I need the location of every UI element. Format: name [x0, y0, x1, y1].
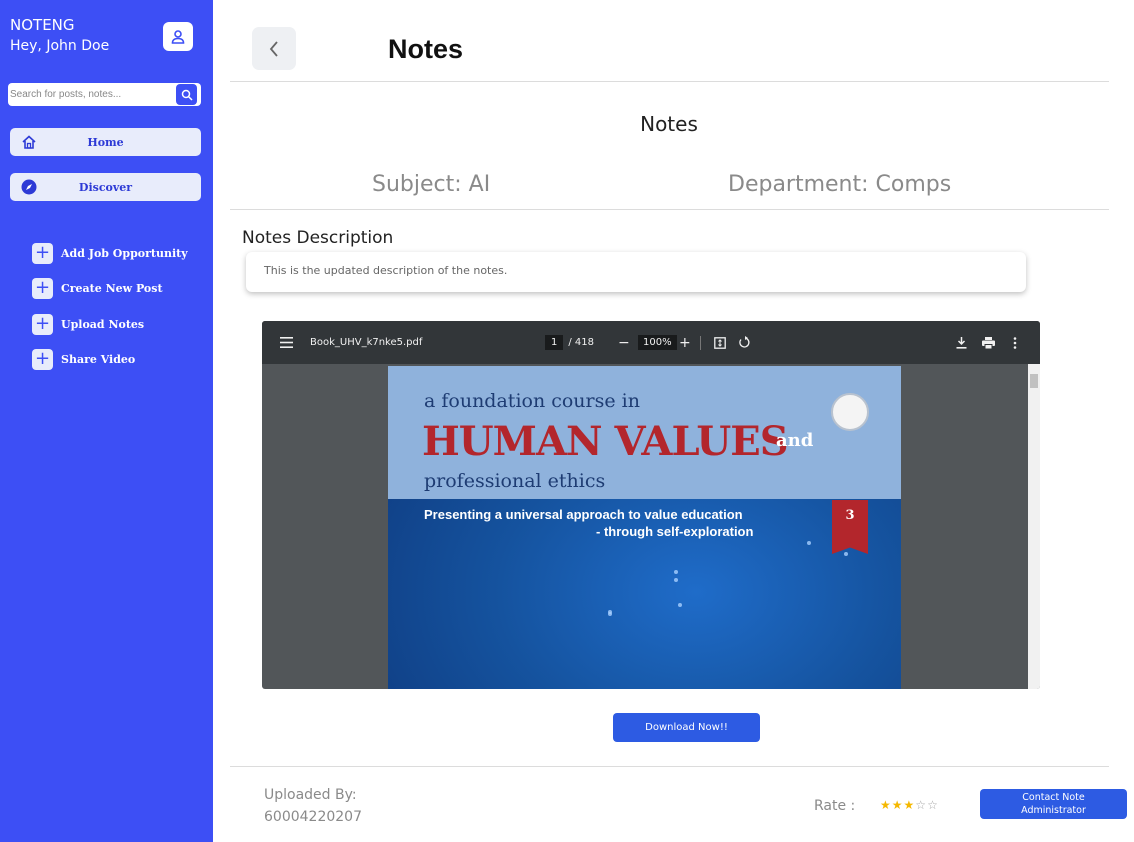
cover-title-and: and: [776, 430, 814, 451]
download-now-button[interactable]: Download Now!!: [613, 713, 760, 742]
zoom-in-button[interactable]: +: [679, 321, 691, 364]
pdf-zoom-level[interactable]: 100%: [638, 335, 677, 350]
decorative-dot: [674, 578, 678, 582]
toolbar-separator: [700, 321, 701, 364]
plus-icon: +: [679, 334, 691, 351]
pdf-viewer[interactable]: Book_UHV_k7nke5.pdf 1 / 418 − 100% + a f…: [262, 321, 1040, 689]
main-content: Notes Notes Subject: AI Department: Comp…: [213, 0, 1134, 842]
download-icon: [956, 336, 967, 349]
cover-tagline-2: - through self-exploration: [596, 524, 754, 539]
decorative-dot: [678, 603, 682, 607]
hamburger-menu-icon: [280, 337, 293, 348]
search-bar: [8, 83, 201, 106]
decorative-dot: [608, 612, 612, 616]
cover-tagline-1: Presenting a universal approach to value…: [424, 507, 743, 522]
uploaded-by-value: 60004220207: [264, 809, 362, 825]
publisher-seal-icon: [831, 393, 869, 431]
pdf-more-button[interactable]: [1013, 321, 1017, 364]
cover-line-3: professional ethics: [424, 470, 606, 492]
pdf-toolbar: Book_UHV_k7nke5.pdf 1 / 418 − 100% +: [262, 321, 1040, 364]
uploaded-by-label: Uploaded By:: [264, 787, 357, 803]
contact-administrator-button[interactable]: Contact Note Administrator: [980, 789, 1127, 819]
rotate-button[interactable]: [738, 321, 751, 364]
plus-icon: +: [32, 242, 53, 264]
nav-discover-label: Discover: [78, 180, 133, 194]
search-icon: [181, 89, 193, 101]
create-new-post-label: Create New Post: [61, 281, 163, 295]
pdf-filename: Book_UHV_k7nke5.pdf: [310, 337, 423, 348]
minus-icon: −: [618, 334, 630, 351]
contact-label-line-1: Contact Note: [1022, 792, 1085, 803]
page-title: Notes: [388, 34, 464, 64]
upload-notes-label: Upload Notes: [61, 317, 145, 331]
footer-divider: [230, 766, 1109, 767]
share-video-button[interactable]: + Share Video: [32, 348, 135, 370]
add-job-opportunity-label: Add Job Opportunity: [61, 246, 188, 260]
description-label: Notes Description: [242, 228, 394, 248]
pdf-page-input[interactable]: 1: [545, 335, 564, 350]
pdf-scroll-thumb[interactable]: [1030, 374, 1038, 388]
note-title: Notes: [640, 112, 698, 136]
note-department: Department: Comps: [728, 172, 952, 197]
fit-page-icon: [714, 336, 726, 349]
fit-page-button[interactable]: [714, 321, 726, 364]
star-filled-icon[interactable]: ★: [880, 798, 892, 812]
decorative-dot: [674, 570, 678, 574]
star-filled-icon[interactable]: ★: [892, 798, 904, 812]
decorative-dot: [844, 552, 848, 556]
plus-icon: +: [32, 313, 53, 335]
star-rating[interactable]: ★★★☆☆: [880, 798, 939, 812]
chevron-left-icon: [269, 40, 278, 57]
search-button[interactable]: [176, 84, 197, 105]
cover-title: HUMAN VALUES: [422, 418, 789, 465]
zoom-out-button[interactable]: −: [618, 321, 630, 364]
star-empty-icon[interactable]: ☆: [927, 798, 939, 812]
plus-icon: +: [32, 348, 53, 370]
pdf-scrollbar[interactable]: [1028, 364, 1040, 689]
back-button[interactable]: [252, 27, 296, 70]
profile-button[interactable]: [163, 22, 193, 51]
more-vertical-icon: [1013, 336, 1017, 349]
info-divider: [230, 209, 1109, 210]
brand-name: NOTENG: [10, 16, 75, 34]
star-empty-icon[interactable]: ☆: [915, 798, 927, 812]
nav-home-label: Home: [87, 135, 124, 149]
create-new-post-button[interactable]: + Create New Post: [32, 277, 163, 299]
pdf-page-cover: a foundation course in HUMAN VALUES and …: [388, 366, 901, 689]
share-video-label: Share Video: [61, 352, 136, 366]
rotate-icon: [739, 336, 750, 348]
add-job-opportunity-button[interactable]: + Add Job Opportunity: [32, 242, 188, 264]
rate-label: Rate :: [814, 798, 856, 814]
pdf-print-button[interactable]: [982, 321, 995, 364]
search-input[interactable]: [8, 83, 168, 106]
star-filled-icon[interactable]: ★: [904, 798, 916, 812]
upload-notes-button[interactable]: + Upload Notes: [32, 313, 144, 335]
note-subject: Subject: AI: [372, 172, 491, 197]
user-greeting: Hey, John Doe: [10, 38, 110, 54]
contact-label-line-2: Administrator: [1021, 805, 1086, 816]
pdf-menu-button[interactable]: [280, 321, 293, 364]
description-box: This is the updated description of the n…: [246, 252, 1026, 292]
sidebar: NOTENG Hey, John Doe Home Discover: [0, 0, 213, 842]
decorative-dot: [807, 541, 811, 545]
edition-badge: 3: [832, 500, 868, 554]
pdf-page-total: / 418: [568, 337, 595, 348]
pdf-download-button[interactable]: [956, 321, 967, 364]
user-icon: [171, 29, 185, 44]
nav-discover-button[interactable]: Discover: [10, 173, 201, 201]
nav-home-button[interactable]: Home: [10, 128, 201, 156]
cover-line-1: a foundation course in: [424, 390, 640, 412]
header-divider: [230, 81, 1109, 82]
printer-icon: [982, 336, 995, 349]
plus-icon: +: [32, 277, 53, 299]
